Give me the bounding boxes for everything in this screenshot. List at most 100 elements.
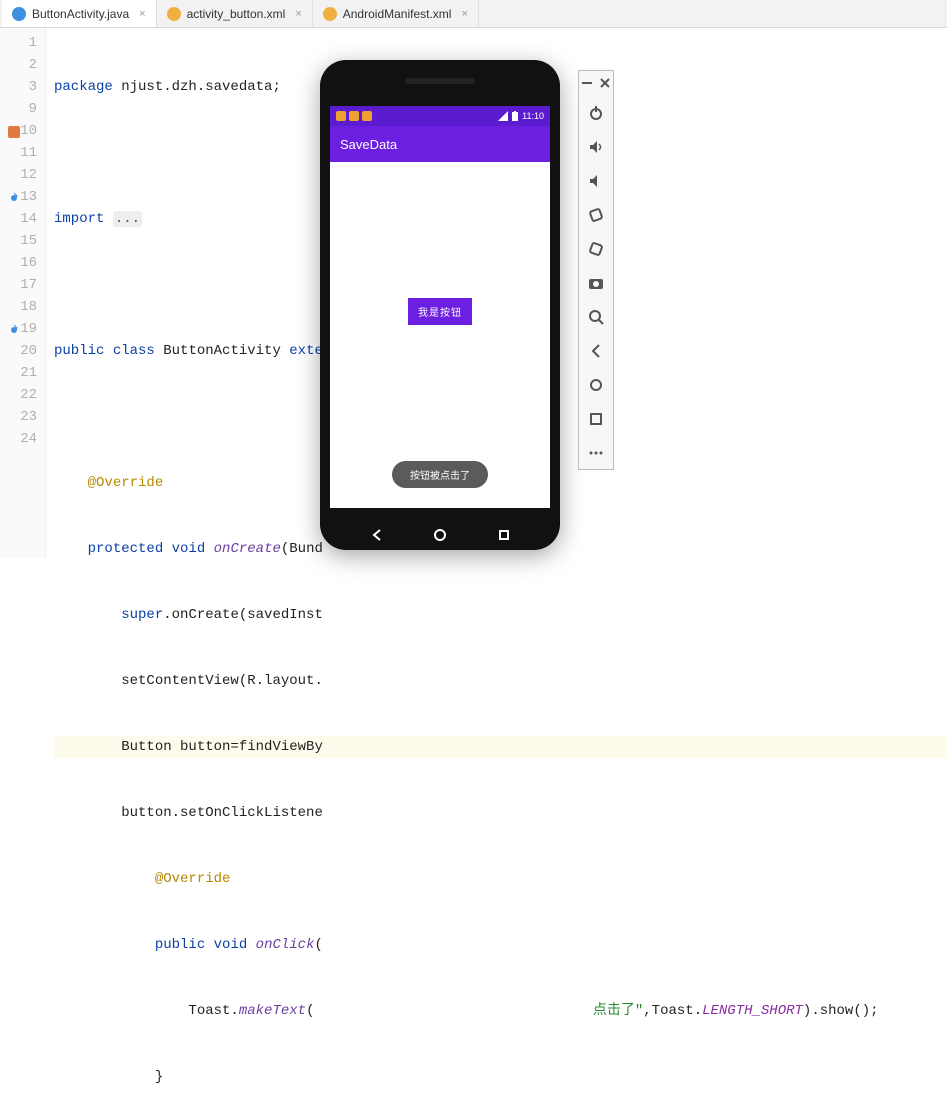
line-number: 1 bbox=[6, 32, 37, 54]
code-token: " bbox=[635, 1003, 643, 1019]
code-token: setContentView(R.layout. bbox=[121, 673, 323, 689]
emulator-toolbar bbox=[578, 70, 614, 470]
line-number: 12 bbox=[6, 164, 37, 186]
override-gutter-icon bbox=[8, 190, 20, 202]
back-icon[interactable] bbox=[586, 341, 606, 361]
status-icon bbox=[336, 111, 346, 121]
override-gutter-icon bbox=[8, 322, 20, 334]
code-token: Button button=findViewBy bbox=[121, 739, 323, 755]
code-token: public bbox=[155, 937, 205, 953]
code-token: onCreate bbox=[214, 541, 281, 557]
code-token: 点击了 bbox=[593, 1003, 635, 1019]
code-token: Toast. bbox=[188, 1003, 238, 1019]
line-number: 23 bbox=[6, 406, 37, 428]
app-content: 我是按钮 按钮被点击了 bbox=[330, 162, 550, 508]
code-token: @Override bbox=[88, 475, 164, 491]
overview-icon[interactable] bbox=[586, 409, 606, 429]
nav-home-icon[interactable] bbox=[433, 528, 447, 542]
status-bar: 11:10 bbox=[330, 106, 550, 126]
power-icon[interactable] bbox=[586, 103, 606, 123]
close-icon[interactable] bbox=[599, 77, 611, 89]
line-number: 20 bbox=[6, 340, 37, 362]
status-right: 11:10 bbox=[498, 111, 544, 121]
code-token: LENGTH_SHORT bbox=[702, 1003, 803, 1019]
line-number: 24 bbox=[6, 428, 37, 450]
code-token: void bbox=[172, 541, 206, 557]
code-token: } bbox=[155, 1069, 163, 1085]
tab-activity-button-xml[interactable]: activity_button.xml × bbox=[157, 0, 313, 27]
more-icon[interactable] bbox=[586, 443, 606, 463]
java-file-icon bbox=[12, 7, 26, 21]
status-icon bbox=[349, 111, 359, 121]
line-number: 14 bbox=[6, 208, 37, 230]
code-token: .onCreate(savedInst bbox=[163, 607, 323, 623]
nav-back-icon[interactable] bbox=[370, 528, 384, 542]
code-token: ,Toast. bbox=[643, 1003, 702, 1019]
code-token: class bbox=[113, 343, 155, 359]
code-token: onClick bbox=[256, 937, 315, 953]
rotate-right-icon[interactable] bbox=[586, 239, 606, 259]
status-icon bbox=[362, 111, 372, 121]
code-token: ( bbox=[314, 937, 322, 953]
app-bar: SaveData bbox=[330, 126, 550, 162]
tab-label: AndroidManifest.xml bbox=[343, 7, 452, 21]
signal-icon bbox=[498, 111, 508, 121]
code-token: (Bund bbox=[281, 541, 323, 557]
line-number: 15 bbox=[6, 230, 37, 252]
home-icon[interactable] bbox=[586, 375, 606, 395]
code-token: makeText bbox=[239, 1003, 306, 1019]
line-number: 2 bbox=[6, 54, 37, 76]
code-token: button.setOnClickListene bbox=[121, 805, 323, 821]
code-token: exte bbox=[289, 343, 323, 359]
tab-label: activity_button.xml bbox=[187, 7, 286, 21]
nav-overview-icon[interactable] bbox=[497, 528, 511, 542]
tab-buttonactivity-java[interactable]: ButtonActivity.java × bbox=[2, 0, 157, 27]
line-number: 21 bbox=[6, 362, 37, 384]
line-number: 17 bbox=[6, 274, 37, 296]
rotate-left-icon[interactable] bbox=[586, 205, 606, 225]
code-token: @Override bbox=[155, 871, 231, 887]
toast-message: 按钮被点击了 bbox=[392, 461, 488, 488]
code-token: ).show(); bbox=[803, 1003, 879, 1019]
status-left-icons bbox=[336, 111, 372, 121]
folded-icon[interactable]: ... bbox=[113, 211, 142, 227]
emulator-screen[interactable]: 11:10 SaveData 我是按钮 按钮被点击了 bbox=[330, 106, 550, 508]
code-token: ( bbox=[306, 1003, 323, 1019]
class-gutter-icon bbox=[8, 124, 20, 136]
line-number-gutter: 1 2 3 9 10 11 12 13 14 15 16 17 18 19 20… bbox=[0, 28, 46, 558]
line-number: 16 bbox=[6, 252, 37, 274]
code-token: ButtonActivity bbox=[155, 343, 289, 359]
volume-up-icon[interactable] bbox=[586, 137, 606, 157]
status-time: 11:10 bbox=[522, 111, 544, 121]
close-icon[interactable]: × bbox=[295, 8, 301, 20]
camera-icon[interactable] bbox=[586, 273, 606, 293]
app-title: SaveData bbox=[340, 137, 397, 152]
close-icon[interactable]: × bbox=[461, 8, 467, 20]
line-number: 18 bbox=[6, 296, 37, 318]
code-token: public bbox=[54, 343, 104, 359]
xml-file-icon bbox=[323, 7, 337, 21]
line-number: 22 bbox=[6, 384, 37, 406]
emulator-device-frame: 11:10 SaveData 我是按钮 按钮被点击了 bbox=[320, 60, 560, 550]
battery-icon bbox=[512, 111, 518, 121]
line-number: 9 bbox=[6, 98, 37, 120]
code-token: package bbox=[54, 79, 113, 95]
code-token: protected bbox=[88, 541, 164, 557]
xml-file-icon bbox=[167, 7, 181, 21]
tab-androidmanifest-xml[interactable]: AndroidManifest.xml × bbox=[313, 0, 479, 27]
minimize-icon[interactable] bbox=[581, 77, 593, 89]
close-icon[interactable]: × bbox=[139, 8, 145, 20]
tab-label: ButtonActivity.java bbox=[32, 7, 129, 21]
code-token: void bbox=[214, 937, 248, 953]
code-token: import bbox=[54, 211, 104, 227]
demo-button[interactable]: 我是按钮 bbox=[408, 298, 472, 325]
line-number: 3 bbox=[6, 76, 37, 98]
line-number: 10 bbox=[6, 120, 37, 142]
zoom-icon[interactable] bbox=[586, 307, 606, 327]
editor-tabs: ButtonActivity.java × activity_button.xm… bbox=[0, 0, 947, 28]
code-token: super bbox=[121, 607, 163, 623]
line-number: 11 bbox=[6, 142, 37, 164]
line-number: 13 bbox=[6, 186, 37, 208]
volume-down-icon[interactable] bbox=[586, 171, 606, 191]
line-number: 19 bbox=[6, 318, 37, 340]
